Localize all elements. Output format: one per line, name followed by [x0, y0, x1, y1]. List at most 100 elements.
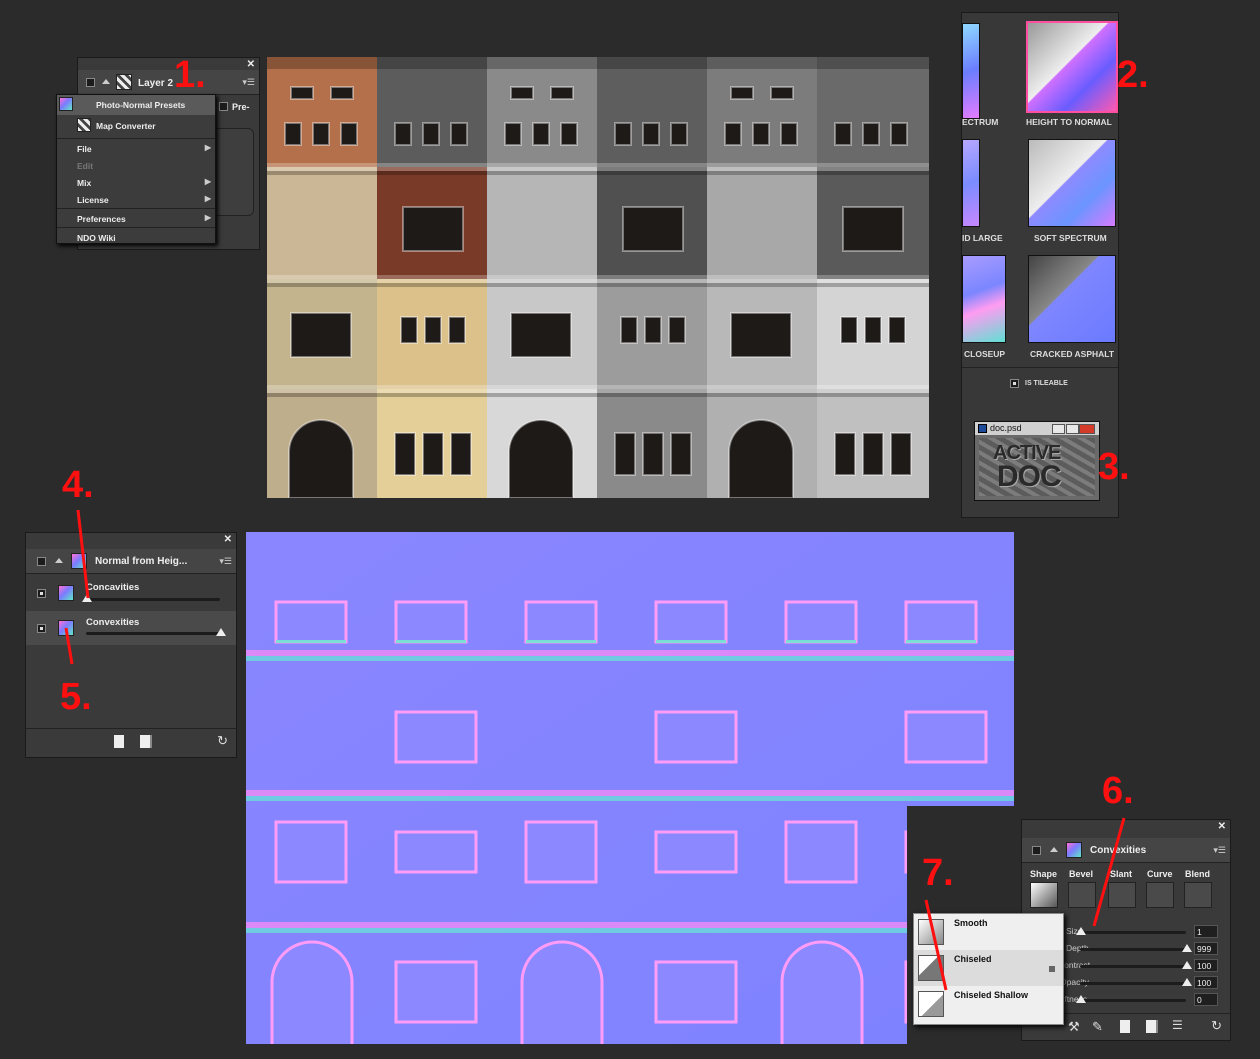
close-icon[interactable]: ✕: [224, 534, 232, 545]
depth-input[interactable]: 999: [1194, 942, 1218, 955]
concavities-checkbox[interactable]: [37, 589, 46, 598]
refresh-icon[interactable]: ↻: [1211, 1018, 1222, 1034]
softness-input[interactable]: 0: [1194, 993, 1218, 1006]
annotation-1: 1.: [174, 54, 206, 96]
preset-label-id-large: ID LARGE: [962, 233, 1003, 243]
softness-slider-thumb[interactable]: [1076, 995, 1086, 1003]
contrast-slider-track[interactable]: [1080, 965, 1186, 968]
panel-menu-icon[interactable]: ▾☰: [242, 77, 255, 88]
menu-item-edit: Edit: [77, 161, 94, 171]
preset-label-closeup: CLOSEUP: [964, 349, 1006, 359]
size-slider-thumb[interactable]: [1076, 927, 1086, 935]
submenu-arrow-icon: ▶: [204, 143, 211, 152]
opacity-input[interactable]: 100: [1194, 976, 1218, 989]
close-icon[interactable]: ✕: [247, 59, 255, 70]
is-tileable-checkbox[interactable]: [1010, 379, 1019, 388]
duplicate-layer-icon[interactable]: [140, 735, 152, 748]
menu-item-file[interactable]: File ▶: [57, 140, 215, 158]
convexities-tab-label[interactable]: Convexities: [1090, 845, 1146, 856]
opacity-slider-track[interactable]: [1080, 982, 1186, 985]
shape-button[interactable]: [1030, 882, 1058, 908]
presets-divider: [962, 367, 1118, 368]
wand-icon[interactable]: ⚒: [1068, 1019, 1080, 1035]
collapse-arrow-icon[interactable]: [1050, 847, 1058, 852]
blend-button[interactable]: [1184, 882, 1212, 908]
depth-slider-track[interactable]: [1080, 948, 1186, 951]
menu-item-mix[interactable]: Mix ▶: [57, 174, 215, 192]
normal-tab-label[interactable]: Normal from Heig...: [95, 556, 187, 567]
active-doc-window[interactable]: doc.psd ACTIVE DOC: [974, 421, 1100, 501]
contrast-input[interactable]: 100: [1194, 959, 1218, 972]
concavities-slider-track[interactable]: [86, 598, 220, 601]
concavities-icon: [58, 585, 74, 601]
opacity-slider-thumb[interactable]: [1182, 978, 1192, 986]
menu-item-map-converter[interactable]: Map Converter: [57, 116, 215, 136]
close-window-icon[interactable]: [1079, 424, 1095, 434]
convexities-slider-track[interactable]: [86, 632, 220, 635]
layer-tab-label[interactable]: Layer 2: [138, 78, 173, 89]
bevel-option-chiseled-shallow[interactable]: Chiseled Shallow: [914, 986, 1063, 1022]
menu-separator: [57, 227, 215, 228]
preset-cracked-asphalt-thumb[interactable]: [1028, 255, 1116, 343]
collapse-arrow-icon[interactable]: [102, 79, 110, 84]
minimize-icon[interactable]: [1052, 424, 1065, 434]
preset-label-spectrum: ECTRUM: [962, 117, 999, 127]
size-input[interactable]: 1: [1194, 925, 1218, 938]
curve-button[interactable]: [1146, 882, 1174, 908]
preset-closeup-thumb[interactable]: [962, 255, 1006, 343]
layer-checkbox[interactable]: [86, 78, 95, 87]
menu-item-photo-normal-presets[interactable]: Photo-Normal Presets: [57, 95, 215, 115]
normal-map-art: [246, 532, 1014, 1044]
contrast-slider-thumb[interactable]: [1182, 961, 1192, 969]
presets-panel: ECTRUM HEIGHT TO NORMAL ID LARGE SOFT SP…: [961, 12, 1119, 518]
duplicate-layer-icon[interactable]: [1146, 1020, 1158, 1033]
chiseled-icon: [918, 955, 944, 981]
concavities-slider-thumb[interactable]: [82, 594, 92, 602]
convexities-layer-icon: [1066, 842, 1082, 858]
bevel-dropdown: Smooth Chiseled Chiseled Shallow: [913, 913, 1064, 1025]
annotation-5: 5.: [60, 676, 92, 718]
bevel-option-smooth[interactable]: Smooth: [914, 914, 1063, 950]
tool-label-shape: Shape: [1030, 869, 1058, 879]
panel-menu-icon[interactable]: ▾☰: [219, 556, 232, 567]
close-icon[interactable]: ✕: [1218, 821, 1226, 832]
collapse-arrow-icon[interactable]: [55, 558, 63, 563]
panel-checkbox[interactable]: [37, 557, 46, 566]
selected-marker-icon: [1049, 966, 1055, 972]
layer-row-convexities[interactable]: Convexities: [26, 611, 236, 645]
refresh-icon[interactable]: ↻: [217, 733, 228, 749]
preset-soft-spectrum-thumb[interactable]: [1028, 139, 1116, 227]
preset-spectrum-thumb[interactable]: [962, 23, 980, 119]
pre-checkbox[interactable]: [219, 102, 228, 111]
bevel-option-chiseled[interactable]: Chiseled: [914, 950, 1063, 986]
panel-checkbox[interactable]: [1032, 846, 1041, 855]
layer-row-concavities[interactable]: Concavities: [26, 576, 236, 610]
annotation-2: 2.: [1117, 54, 1149, 96]
panel-menu-icon[interactable]: ▾☰: [1213, 845, 1226, 856]
convexities-slider-thumb[interactable]: [216, 628, 226, 636]
annotation-7: 7.: [922, 852, 954, 894]
brush-icon[interactable]: ✎: [1092, 1019, 1103, 1035]
settings-list-icon[interactable]: ☰: [1172, 1018, 1183, 1032]
submenu-arrow-icon: ▶: [204, 194, 211, 203]
submenu-arrow-icon: ▶: [204, 177, 211, 186]
new-layer-icon[interactable]: [1120, 1020, 1130, 1033]
new-layer-icon[interactable]: [114, 735, 124, 748]
size-slider-track[interactable]: [1080, 931, 1186, 934]
menu-item-preferences[interactable]: Preferences ▶: [57, 210, 215, 228]
slant-button[interactable]: [1108, 882, 1136, 908]
layer-thumbnail-icon: [116, 74, 132, 90]
active-doc-filename: doc.psd: [990, 423, 1022, 433]
bevel-button[interactable]: [1068, 882, 1096, 908]
preset-height-to-normal-thumb[interactable]: [1026, 21, 1118, 113]
normal-map-texture: [246, 532, 1014, 1044]
maximize-icon[interactable]: [1066, 424, 1079, 434]
softness-slider-track[interactable]: [1080, 999, 1186, 1002]
menu-item-license[interactable]: License ▶: [57, 191, 215, 209]
menu-item-ndo-wiki[interactable]: NDO Wiki: [57, 229, 215, 247]
active-doc-line2: DOC: [997, 460, 1062, 493]
depth-slider-thumb[interactable]: [1182, 944, 1192, 952]
preset-id-large-thumb[interactable]: [962, 139, 980, 227]
preset-label-height-to-normal: HEIGHT TO NORMAL: [1026, 117, 1112, 127]
convexities-checkbox[interactable]: [37, 624, 46, 633]
